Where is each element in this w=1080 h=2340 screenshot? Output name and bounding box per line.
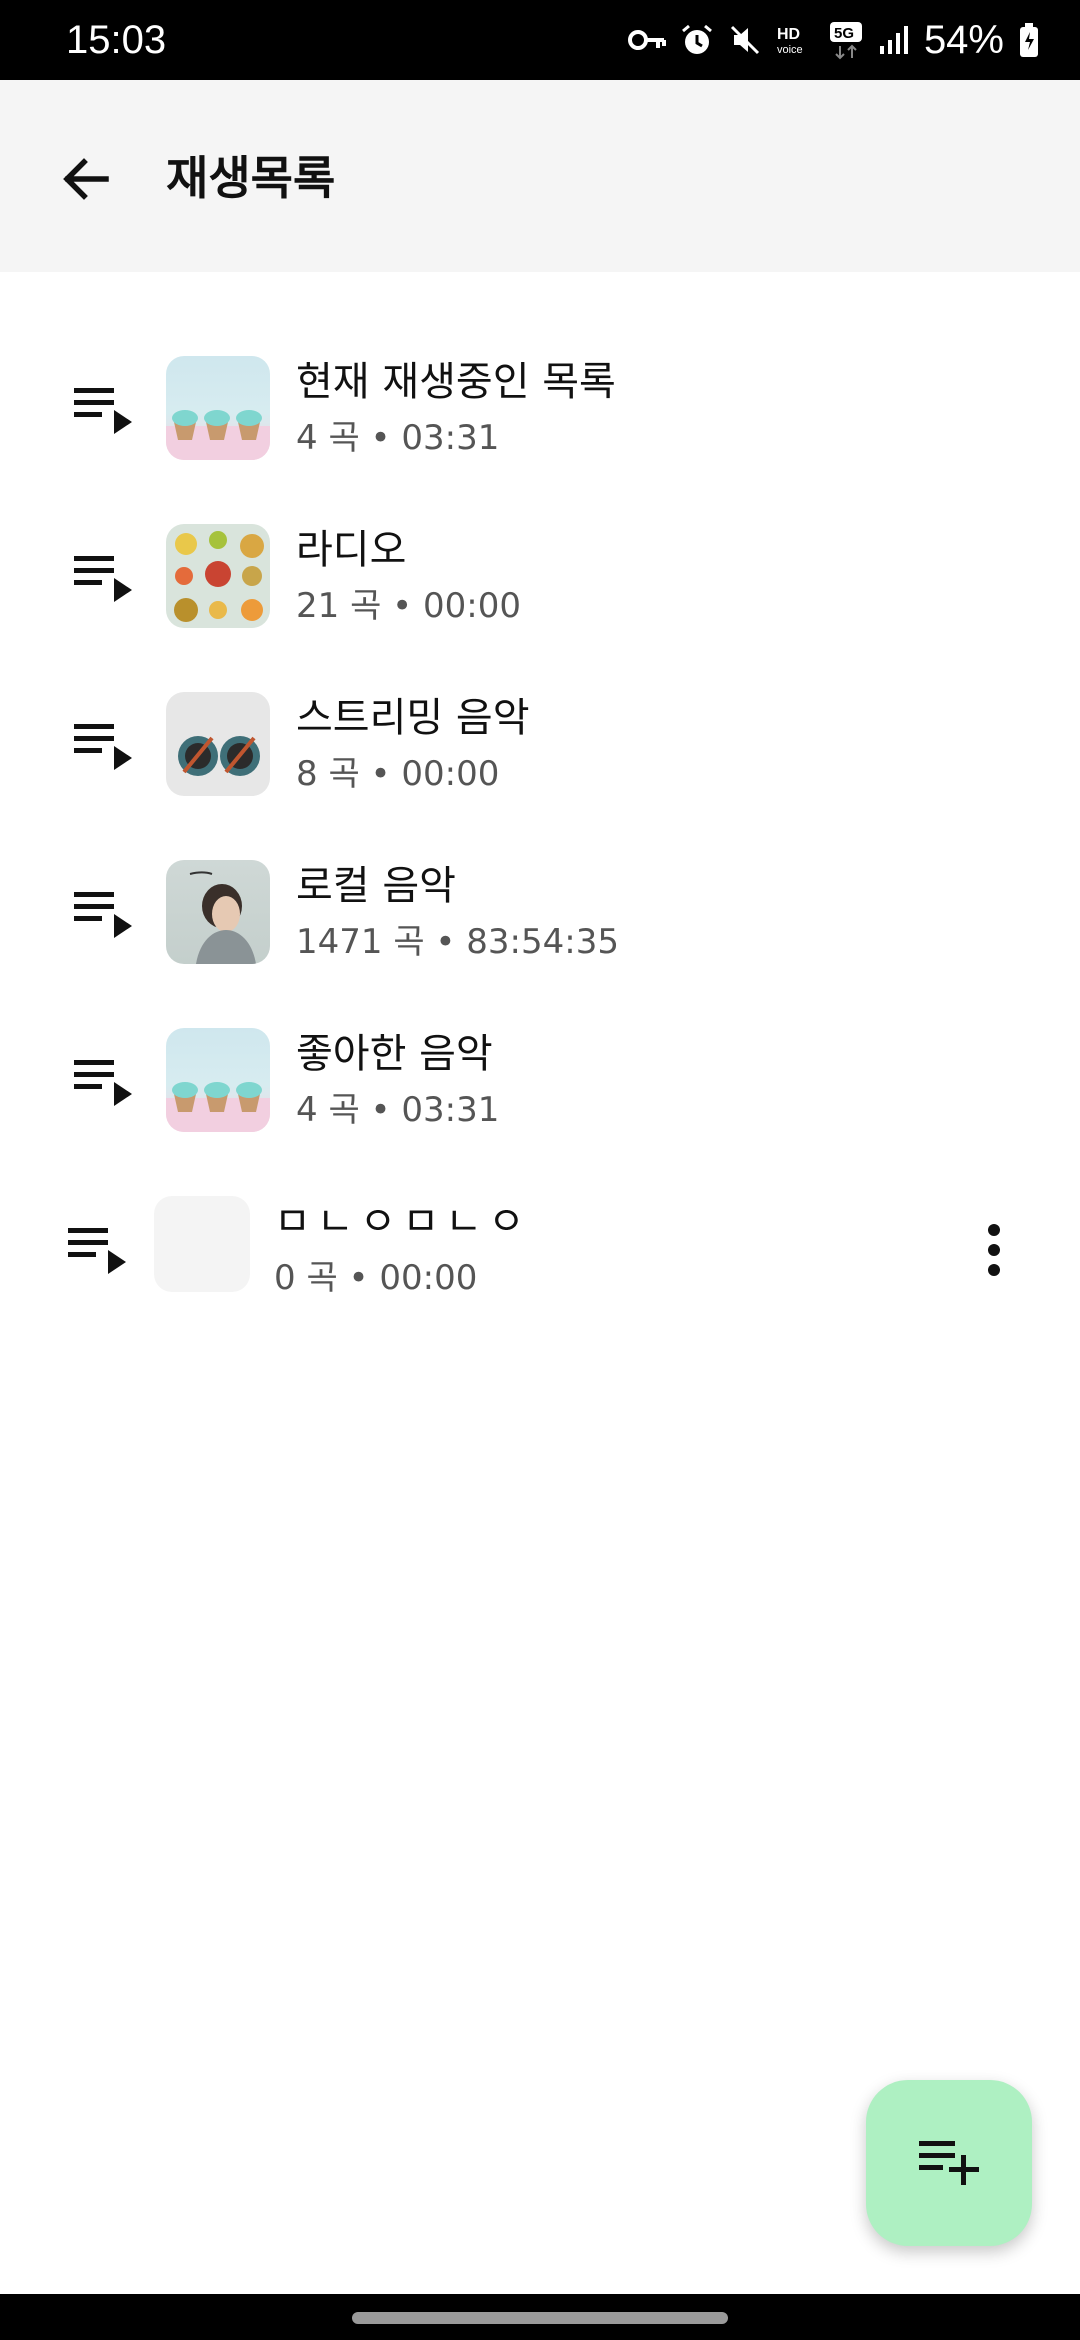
playlist-artwork [166, 860, 270, 964]
vpn-key-icon [627, 25, 666, 55]
playlist-item[interactable]: 좋아한 음악 4 곡 • 03:31 [0, 998, 1080, 1166]
app-bar: 재생목록 [0, 80, 1080, 272]
battery-icon [1018, 22, 1040, 58]
playlist-meta: 4 곡 • 03:31 [296, 418, 500, 458]
playlist-item[interactable]: 현재 재생중인 목록 4 곡 • 03:31 [0, 326, 1080, 494]
playlist-meta: 0 곡 • 00:00 [274, 1258, 478, 1298]
hd-voice-icon: HD voice [776, 23, 814, 57]
svg-text:HD: HD [777, 26, 800, 43]
queue-music-icon [68, 380, 138, 442]
queue-music-icon [62, 1220, 132, 1282]
status-bar: 15:03 HD voice 5G 54% [0, 0, 1080, 80]
page-title: 재생목록 [166, 151, 336, 205]
playlist-title: 현재 재생중인 목록 [296, 359, 616, 405]
add-playlist-button[interactable] [866, 2080, 1032, 2246]
navigation-bar [0, 2294, 1080, 2340]
battery-percent: 54% [923, 17, 1004, 62]
playlist-meta: 8 곡 • 00:00 [296, 754, 500, 794]
home-gesture-handle[interactable] [352, 2312, 728, 2324]
playlist-meta: 1471 곡 • 83:54:35 [296, 922, 619, 962]
playlist-artwork [166, 692, 270, 796]
mute-icon [728, 23, 762, 57]
playlist-title: 로컬 음악 [296, 863, 456, 909]
playlist-artwork [166, 1028, 270, 1132]
more-options-button[interactable] [964, 1212, 1024, 1292]
playlist-item[interactable]: ㅁㄴㅇㅁㄴㅇ 0 곡 • 00:00 [0, 1166, 1080, 1334]
5g-icon: 5G [828, 20, 864, 60]
playlist-item[interactable]: 라디오 21 곡 • 00:00 [0, 494, 1080, 662]
playlist-add-icon [917, 2135, 981, 2191]
playlist-title: 라디오 [296, 527, 407, 573]
alarm-icon [680, 23, 714, 57]
status-icons: HD voice 5G 54% [627, 14, 1040, 66]
playlist-item[interactable]: 로컬 음악 1471 곡 • 83:54:35 [0, 830, 1080, 998]
status-time: 15:03 [66, 18, 167, 62]
playlist-meta: 21 곡 • 00:00 [296, 586, 522, 626]
playlist-title: ㅁㄴㅇㅁㄴㅇ [274, 1199, 531, 1245]
back-button[interactable] [40, 136, 130, 226]
playlist-artwork [166, 356, 270, 460]
signal-icon [878, 24, 910, 56]
playlist-item[interactable]: 스트리밍 음악 8 곡 • 00:00 [0, 662, 1080, 830]
arrow-back-icon [58, 152, 112, 210]
svg-text:5G: 5G [834, 25, 854, 42]
queue-music-icon [68, 1052, 138, 1114]
svg-text:voice: voice [777, 44, 803, 56]
queue-music-icon [68, 548, 138, 610]
playlist-title: 스트리밍 음악 [296, 695, 530, 741]
playlist-artwork [154, 1196, 250, 1292]
queue-music-icon [68, 884, 138, 946]
more-vert-icon [984, 1222, 1004, 1282]
playlist-artwork [166, 524, 270, 628]
playlist-meta: 4 곡 • 03:31 [296, 1090, 500, 1130]
queue-music-icon [68, 716, 138, 778]
playlist-title: 좋아한 음악 [296, 1031, 493, 1077]
